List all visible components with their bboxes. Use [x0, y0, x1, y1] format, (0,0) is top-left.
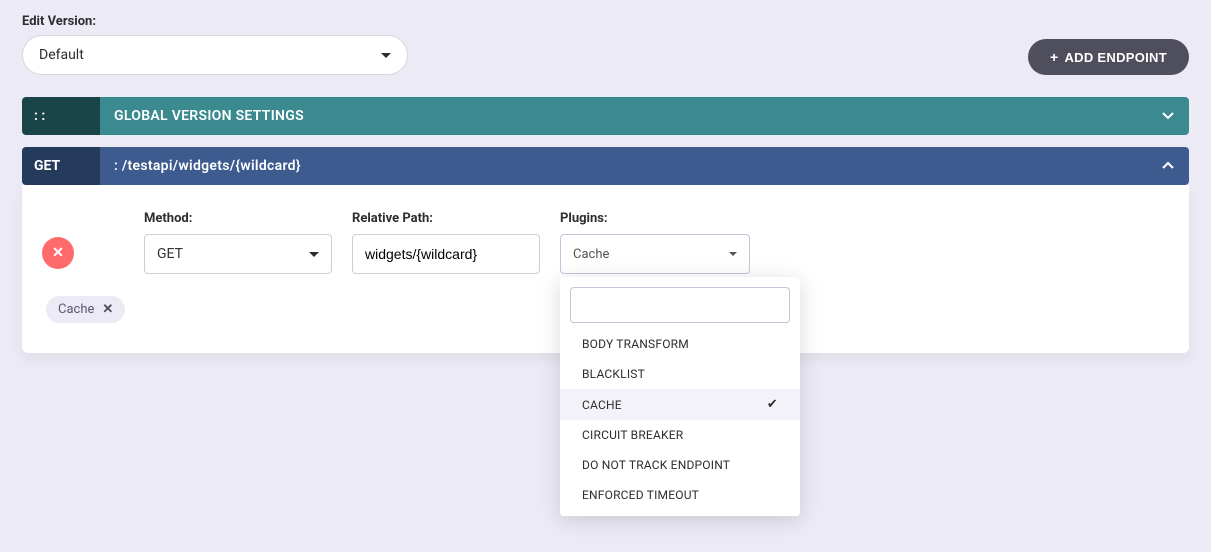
relative-path-label: Relative Path: — [352, 211, 540, 226]
chevron-down-icon — [309, 252, 319, 257]
chevron-down-icon — [1161, 109, 1175, 123]
chevron-down-icon — [381, 53, 391, 58]
plus-icon: + — [1050, 49, 1058, 65]
plugins-select[interactable]: Cache — [560, 234, 750, 274]
plugins-option-label: ENFORCED TIMEOUT — [582, 488, 699, 502]
plugins-dropdown-option[interactable]: CIRCUIT BREAKER — [560, 420, 800, 450]
plugin-tag-label: Cache — [58, 302, 94, 317]
plugins-dropdown-option[interactable]: BODY TRANSFORM — [560, 329, 800, 359]
chevron-up-icon — [1161, 159, 1175, 173]
plugins-option-label: CACHE — [582, 398, 622, 412]
plugins-dropdown-option[interactable]: BLACKLIST — [560, 359, 800, 389]
plugins-dropdown: BODY TRANSFORM BLACKLIST CACHE ✔ CIRCUIT BRE… — [560, 277, 800, 516]
add-endpoint-label: ADD ENDPOINT — [1064, 50, 1167, 65]
version-select[interactable]: Default — [22, 35, 408, 75]
global-settings-title: GLOBAL VERSION SETTINGS — [114, 108, 304, 124]
plugins-search-input[interactable] — [570, 287, 790, 323]
plugins-option-label: BODY TRANSFORM — [582, 337, 689, 351]
plugins-dropdown-option[interactable]: DO NOT TRACK ENDPOINT — [560, 450, 800, 480]
method-select-value: GET — [157, 246, 183, 262]
relative-path-input[interactable] — [352, 234, 540, 274]
global-settings-panel[interactable]: : : GLOBAL VERSION SETTINGS — [22, 97, 1189, 135]
plugins-option-label: CIRCUIT BREAKER — [582, 428, 683, 442]
method-label: Method: — [144, 211, 332, 226]
plugins-dropdown-option[interactable]: CACHE ✔ — [560, 389, 800, 420]
remove-tag-icon[interactable]: ✕ — [102, 302, 113, 317]
close-icon: ✕ — [52, 245, 64, 261]
endpoint-path-title: : /testapi/widgets/{wildcard} — [114, 158, 301, 174]
edit-version-label: Edit Version: — [22, 14, 408, 29]
caret-down-icon — [729, 252, 737, 256]
endpoint-panel-header[interactable]: GET : /testapi/widgets/{wildcard} — [22, 147, 1189, 185]
add-endpoint-button[interactable]: + ADD ENDPOINT — [1028, 39, 1189, 75]
endpoint-card: ✕ Method: GET Relative Path: Plugins: Ca… — [22, 185, 1189, 353]
plugins-option-label: DO NOT TRACK ENDPOINT — [582, 458, 730, 472]
plugin-tag: Cache ✕ — [46, 296, 125, 323]
endpoint-method-badge: GET — [34, 158, 60, 174]
version-select-value: Default — [39, 47, 84, 63]
method-select[interactable]: GET — [144, 234, 332, 274]
check-icon: ✔ — [767, 397, 778, 412]
plugins-option-label: BLACKLIST — [582, 367, 645, 381]
plugins-label: Plugins: — [560, 211, 750, 226]
global-left-label: : : — [34, 108, 45, 124]
plugins-dropdown-list[interactable]: BODY TRANSFORM BLACKLIST CACHE ✔ CIRCUIT BRE… — [560, 329, 800, 516]
plugins-dropdown-option[interactable]: ENFORCED TIMEOUT — [560, 480, 800, 510]
delete-endpoint-button[interactable]: ✕ — [42, 237, 74, 269]
plugins-select-value: Cache — [573, 247, 609, 262]
